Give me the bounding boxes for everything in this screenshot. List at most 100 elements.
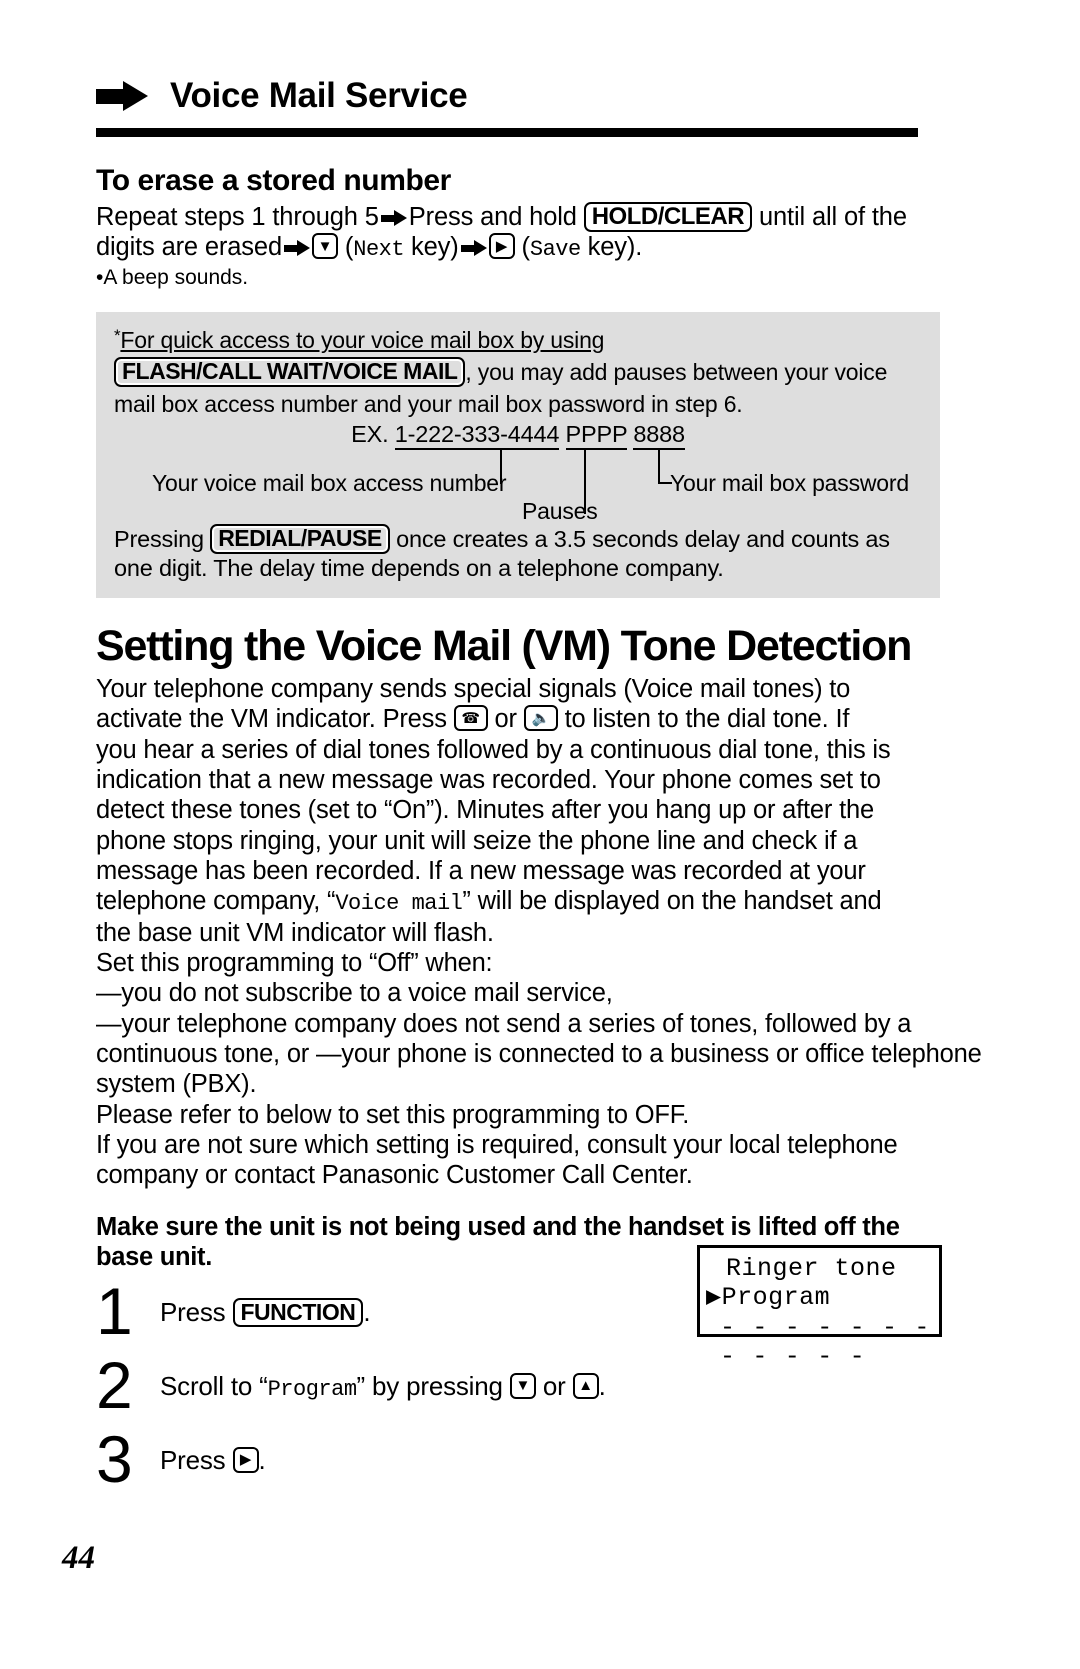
menu-item-program: Program [267,1376,357,1402]
header-rule [96,128,918,137]
note-line1-text: For quick access to your voice mail box … [120,327,605,354]
dash-item-2: —your telephone company does not send a … [96,1009,912,1038]
lcd-display: Ringer tone ▶Program - - - - - - - - - -… [697,1245,942,1371]
chevron-up-icon: ▲ [578,1377,593,1395]
step1-post: . [363,1296,371,1327]
ex-access-number: 1-222-333-4444 [394,420,559,450]
key-redial-pause[interactable]: REDIAL/PAUSE [210,524,390,554]
speaker-glyph: 🔈 [531,709,550,727]
vm-p1-g: phone stops ringing, your unit will seiz… [96,826,858,855]
vm-unsure-b: company or contact Panasonic Customer Ca… [96,1161,693,1190]
vm-p1-k: the base unit VM indicator will flash. [96,918,494,947]
ex-pauses-value: PPPP [565,420,627,450]
step2-pre: Scroll to “ [160,1370,268,1401]
vm-set-off-intro: Set this programming to “Off” when: [96,948,493,977]
vm-refer-line: Please refer to below to set this progra… [96,1100,690,1129]
next-key-suffix: key) [411,233,459,262]
next-key-label: Next [353,237,405,263]
step3-post: . [258,1444,266,1475]
note-tail-c: one digit. The delay time depends on a t… [114,554,724,581]
step-item-3: 3 Press ▶. [96,1421,984,1506]
step-number: 2 [96,1347,133,1422]
vm-p1-a: Your telephone company sends special sig… [96,674,851,703]
callout-access-number: Your voice mail box access number [152,470,507,497]
callout-pauses: Pauses [522,498,598,525]
handset-glyph: ☎ [461,709,480,727]
chevron-right-icon: ▶ [239,1451,252,1469]
example-callouts: Your voice mail box access number Your m… [114,448,922,525]
erase-instructions: Repeat steps 1 through 5 Press and hold H… [96,202,907,263]
save-key-label: Save [529,237,581,263]
erase-line1-b: Press and hold [408,203,577,231]
step2-or: or [542,1370,566,1401]
subsection-heading: To erase a stored number [96,164,451,197]
vm-p1-c: to listen to the dial tone. If [564,705,850,734]
vm-p1-f: detect these tones (set to “On”). Minute… [96,796,874,825]
right-arrow-icon [460,240,487,257]
vm-p1-j: will be displayed on the handset and [477,887,882,916]
running-head: Voice Mail Service [96,76,984,116]
lcd-line-1: Ringer tone [726,1254,897,1283]
vm-p1-b: activate the VM indicator. Press [96,705,447,734]
key-right-arrow[interactable]: ▶ [232,1446,259,1473]
lcd-line-3: - - - - - - - - - - - - [720,1312,931,1371]
erase-line1-c: until all of the [758,203,907,231]
display-text-voice-mail: Voice mail [335,891,463,917]
erase-line2-a: digits are erased [96,233,282,262]
note-line-1: *For quick access to your voice mail box… [114,326,922,354]
step1-pre: Press [160,1296,226,1327]
step-text: Press ▶. [160,1432,266,1476]
chevron-right-icon: ▶ [495,237,508,255]
step-text: Press FUNCTION. [160,1284,371,1328]
vm-p1-h: message has been recorded. If a new mess… [96,857,866,886]
bold-note-a: Make sure the unit is not being used and… [96,1212,900,1241]
step-text: Scroll to “Program” by pressing ▼ or ▲. [160,1358,606,1402]
vm-p1-e: indication that a new message was record… [96,765,881,794]
callout-password: Your mail box password [670,470,909,497]
example-line: EX. 1-222-333-4444 PPPP 8888 [114,420,922,450]
step2-post: . [598,1370,606,1401]
vm-paragraph: Your telephone company sends special sig… [96,674,982,1190]
ex-label: EX. [351,420,389,447]
page-title: Voice Mail Service [170,76,468,115]
handset-icon[interactable]: ☎ [453,705,488,732]
beep-note: •A beep sounds. [96,266,249,290]
vm-p1-i: telephone company, [96,887,321,916]
section-heading-vm-tone-detection: Setting the Voice Mail (VM) Tone Detecti… [96,621,912,670]
key-hold-clear[interactable]: HOLD/CLEAR [583,202,753,233]
step-number: 3 [96,1421,133,1496]
vm-unsure-a: If you are not sure which setting is req… [96,1130,898,1159]
bold-note-b: base unit. [96,1242,213,1271]
note-tail: Pressing REDIAL/PAUSE once creates a 3.5… [114,524,922,581]
vm-p1-d: you hear a series of dial tones followed… [96,735,891,764]
key-right-arrow[interactable]: ▶ [488,233,515,260]
note-line-2: FLASH/CALL WAIT/VOICE MAIL, you may add … [114,357,922,387]
key-flash-call-wait-voice-mail[interactable]: FLASH/CALL WAIT/VOICE MAIL [114,357,466,387]
dash-item-2-continuation: continuous tone, or [96,1039,310,1068]
note-tail-b: once creates a 3.5 seconds delay and cou… [396,526,890,553]
lcd-cursor-icon: ▶ [706,1283,722,1313]
note-line3-text: mail box access number and your mail box… [114,390,743,417]
erase-line1-a: Repeat steps 1 through 5 [96,203,379,231]
lcd-line-2-text: Program [721,1283,831,1313]
document-page: Voice Mail Service To erase a stored num… [0,0,1080,1669]
leader-line-password [658,448,660,483]
right-arrow-icon [380,210,407,226]
key-down-arrow[interactable]: ▼ [509,1372,536,1399]
note-line-3: mail box access number and your mail box… [114,391,922,418]
key-down-arrow[interactable]: ▼ [311,233,338,260]
key-function[interactable]: FUNCTION [232,1297,364,1327]
key-up-arrow[interactable]: ▲ [572,1372,599,1399]
vm-p1-or: or [494,705,517,734]
save-key-suffix: key). [587,233,643,262]
note-box: *For quick access to your voice mail box… [96,312,940,598]
note-line2-tail: , you may add pauses between your voice [465,359,888,386]
page-number: 44 [62,1540,95,1576]
chevron-down-icon: ▼ [317,237,333,255]
right-arrow-icon [283,240,310,257]
ex-password: 8888 [633,420,685,450]
speakerphone-icon[interactable]: 🔈 [523,705,558,732]
lcd-line-2: ▶Program [700,1283,939,1312]
step2-mid: ” by pressing [356,1370,503,1401]
right-arrow-icon [96,81,148,111]
